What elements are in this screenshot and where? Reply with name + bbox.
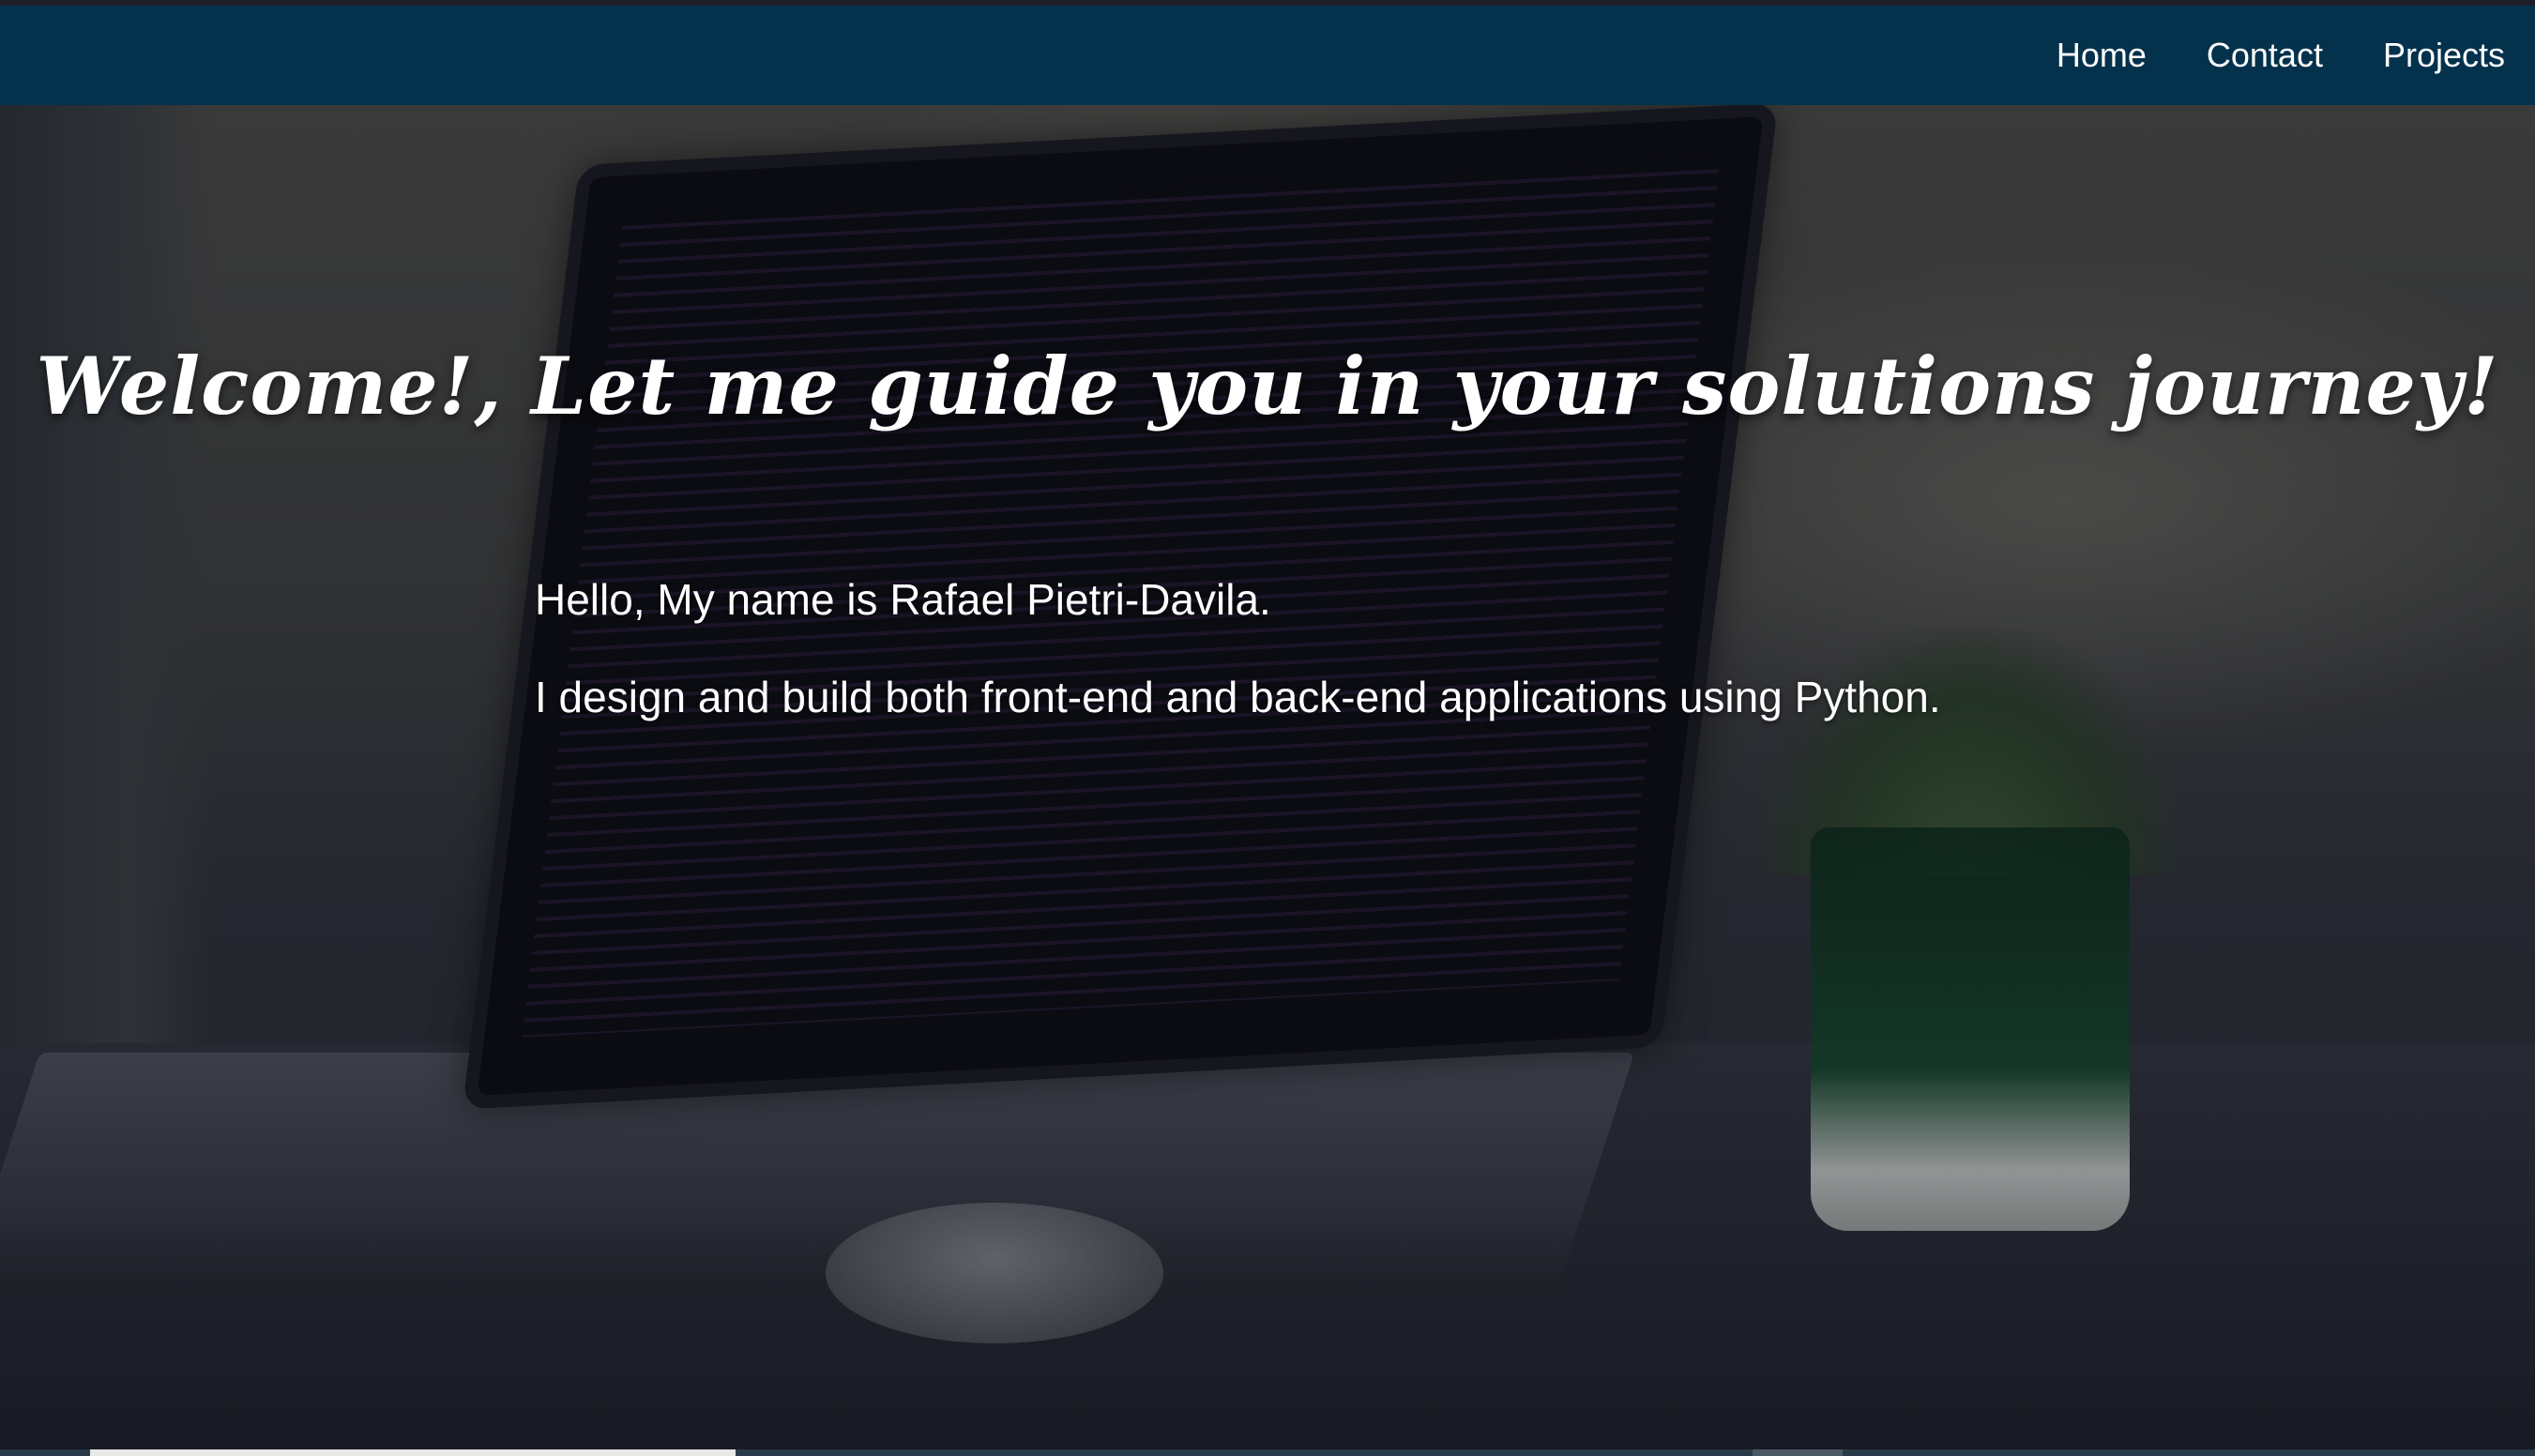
hero-description: I design and build both front-end and ba… <box>535 673 1941 721</box>
nav-link-home[interactable]: Home <box>2057 36 2147 75</box>
navbar: Home Contact Projects <box>0 6 2535 105</box>
hero-section: Welcome!, Let me guide you in your solut… <box>0 105 2535 1456</box>
hero-intro: Hello, My name is Rafael Pietri-Davila. <box>535 575 1271 624</box>
scrollbar-marker <box>1753 1449 1843 1456</box>
hero-overlay <box>0 105 2535 1456</box>
nav-links: Home Contact Projects <box>2057 6 2505 105</box>
nav-link-contact[interactable]: Contact <box>2207 36 2323 75</box>
hero-heading: Welcome!, Let me guide you in your solut… <box>36 340 2499 432</box>
nav-link-projects[interactable]: Projects <box>2383 36 2505 75</box>
scrollbar-thumb[interactable] <box>90 1449 736 1456</box>
